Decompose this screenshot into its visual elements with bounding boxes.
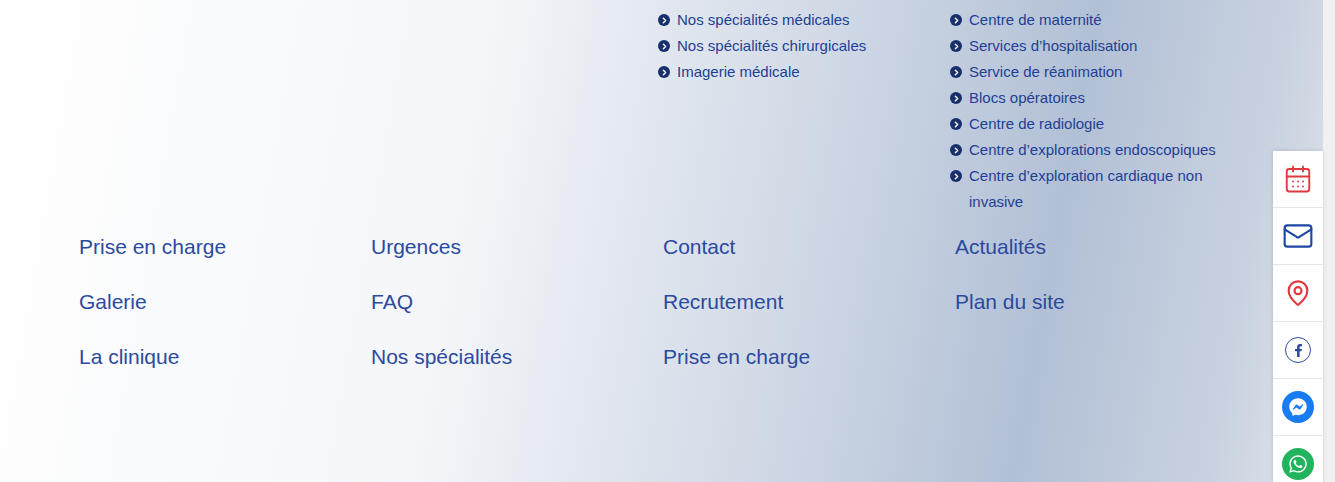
bullet-icon [658,40,670,52]
footer-link[interactable]: Galerie [79,287,371,317]
service-link[interactable]: Services d’hospitalisation [950,33,1247,59]
side-bar-button[interactable] [1273,436,1323,482]
page: Nos spécialités médicalesNos spécialités… [0,0,1335,482]
service-link[interactable]: Nos spécialités médicales [658,7,955,33]
side-bar [1273,151,1323,482]
footer-link[interactable]: Contact [663,232,955,262]
bullet-icon [950,66,962,78]
service-link[interactable]: Imagerie médicale [658,59,955,85]
service-list: Centre de maternitéServices d’hospitalis… [950,7,1247,215]
footer-link[interactable]: La clinique [79,342,371,372]
messenger-icon [1282,391,1314,423]
service-link[interactable]: Centre de radiologie [950,111,1247,137]
footer-row: La cliniqueNos spécialitésPrise en charg… [79,342,1323,372]
side-bar-button[interactable] [1273,322,1323,379]
bullet-icon [950,118,962,130]
footer-row: Prise en chargeUrgencesContactActualités [79,232,1323,262]
bullet-icon [950,170,962,182]
scrollbar[interactable] [1323,0,1335,482]
service-link[interactable]: Centre de maternité [950,7,1247,33]
mail-icon [1282,220,1314,252]
footer-link[interactable]: Prise en charge [79,232,371,262]
bullet-icon [950,14,962,26]
facebook-icon [1285,337,1311,363]
side-bar-button[interactable] [1273,379,1323,436]
service-lists: Nos spécialités médicalesNos spécialités… [79,7,1323,215]
whatsapp-icon [1282,448,1314,480]
side-bar-button[interactable] [1273,265,1323,322]
bullet-icon [658,14,670,26]
calendar-icon [1283,164,1313,194]
bullet-icon [658,66,670,78]
side-bar-button[interactable] [1273,151,1323,208]
footer-row: GalerieFAQRecrutementPlan du site [79,287,1323,317]
service-link[interactable]: Centre d’explorations endoscopiques [950,137,1247,163]
service-link[interactable]: Blocs opératoires [950,85,1247,111]
footer: Nos spécialités médicalesNos spécialités… [0,0,1323,482]
service-link[interactable]: Centre d’exploration cardiaque non invas… [950,163,1247,215]
footer-link[interactable]: Nos spécialités [371,342,663,372]
bullet-icon [950,92,962,104]
bullet-icon [950,144,962,156]
footer-link[interactable]: Plan du site [955,287,1247,317]
footer-link[interactable]: Urgences [371,232,663,262]
footer-link[interactable]: FAQ [371,287,663,317]
map-pin-icon [1284,279,1312,307]
footer-links: Prise en chargeUrgencesContactActualités… [79,232,1323,372]
service-list: Nos spécialités médicalesNos spécialités… [658,7,955,215]
footer-link[interactable]: Recrutement [663,287,955,317]
side-bar-button[interactable] [1273,208,1323,265]
footer-link[interactable]: Prise en charge [663,342,955,372]
service-link[interactable]: Service de réanimation [950,59,1247,85]
bullet-icon [950,40,962,52]
footer-link[interactable]: Actualités [955,232,1247,262]
service-link[interactable]: Nos spécialités chirurgicales [658,33,955,59]
